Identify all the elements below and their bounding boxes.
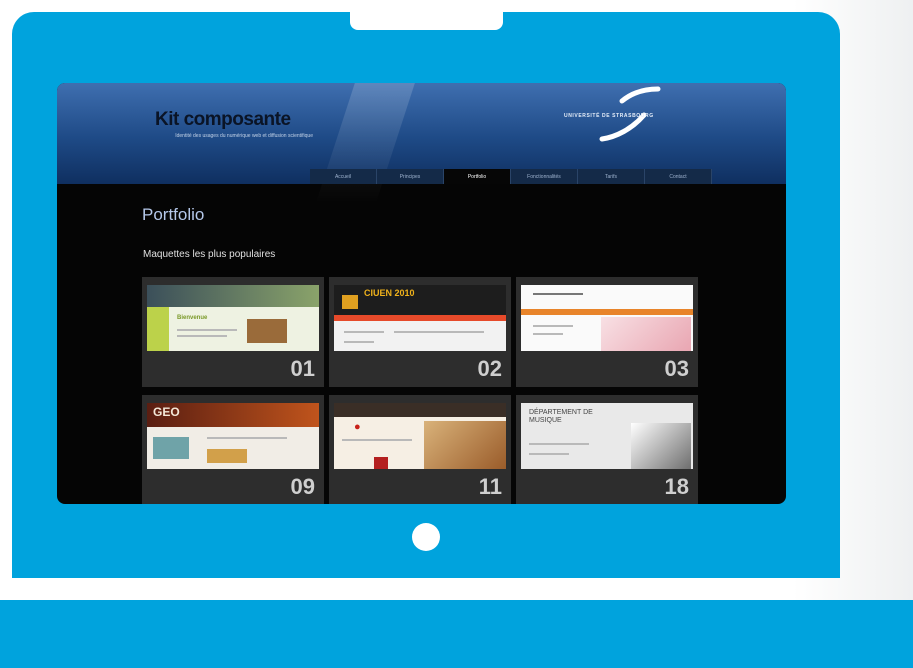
tile-number: 01 [290,356,315,381]
site-tagline: Identité des usages du numérique web et … [175,133,313,139]
tile-number: 11 [478,474,502,499]
template-thumbnail[interactable]: Bienvenue [147,285,319,351]
tablet-home-button[interactable] [412,523,440,551]
template-thumbnail[interactable]: DÉPARTEMENT DE MUSIQUE [521,403,693,469]
portfolio-tile[interactable]: CIUEN 2010 02 [329,277,511,387]
main-navigation: Accueil Principes Portfolio Fonctionnali… [310,169,712,184]
site-title[interactable]: Kit composante [155,109,291,131]
template-thumbnail[interactable] [521,285,693,351]
nav-item-principes[interactable]: Principes [377,169,444,184]
nav-item-portfolio[interactable]: Portfolio [444,169,511,184]
header-light-swoosh [315,83,419,203]
portfolio-tile[interactable]: GEO 09 [142,395,324,504]
thumb-title: Bienvenue [177,315,208,321]
site-header: Kit composante Identité des usages du nu… [57,83,786,203]
template-thumbnail[interactable]: ● [334,403,506,469]
page-title: Portfolio [142,205,205,224]
tile-number: 09 [290,474,315,499]
thumb-title: DÉPARTEMENT DE MUSIQUE [529,409,593,424]
portfolio-grid: Bienvenue 01 CIUEN 2010 02 03 GEO 09 ● 1… [142,277,707,504]
tablet-screen: Kit composante Identité des usages du nu… [57,83,786,504]
nav-item-tarifs[interactable]: Tarifs [578,169,645,184]
tablet-camera-notch [350,12,503,30]
desk-surface [0,600,913,668]
thumb-title: GEO [153,405,180,419]
template-thumbnail[interactable]: CIUEN 2010 [334,285,506,351]
portfolio-tile[interactable]: DÉPARTEMENT DE MUSIQUE 18 [516,395,698,504]
tile-number: 03 [664,356,689,381]
university-name: UNIVERSITÉ DE STRASBOURG [564,113,654,119]
portfolio-tile[interactable]: ● 11 [329,395,511,504]
template-thumbnail[interactable]: GEO [147,403,319,469]
nav-item-contact[interactable]: Contact [645,169,712,184]
nav-item-fonctionnalites[interactable]: Fonctionnalités [511,169,578,184]
section-title: Maquettes les plus populaires [143,249,276,260]
portfolio-tile[interactable]: Bienvenue 01 [142,277,324,387]
tile-number: 18 [664,474,689,499]
portfolio-tile[interactable]: 03 [516,277,698,387]
tile-number: 02 [477,356,502,381]
thumb-title: CIUEN 2010 [364,288,415,298]
nav-item-accueil[interactable]: Accueil [310,169,377,184]
